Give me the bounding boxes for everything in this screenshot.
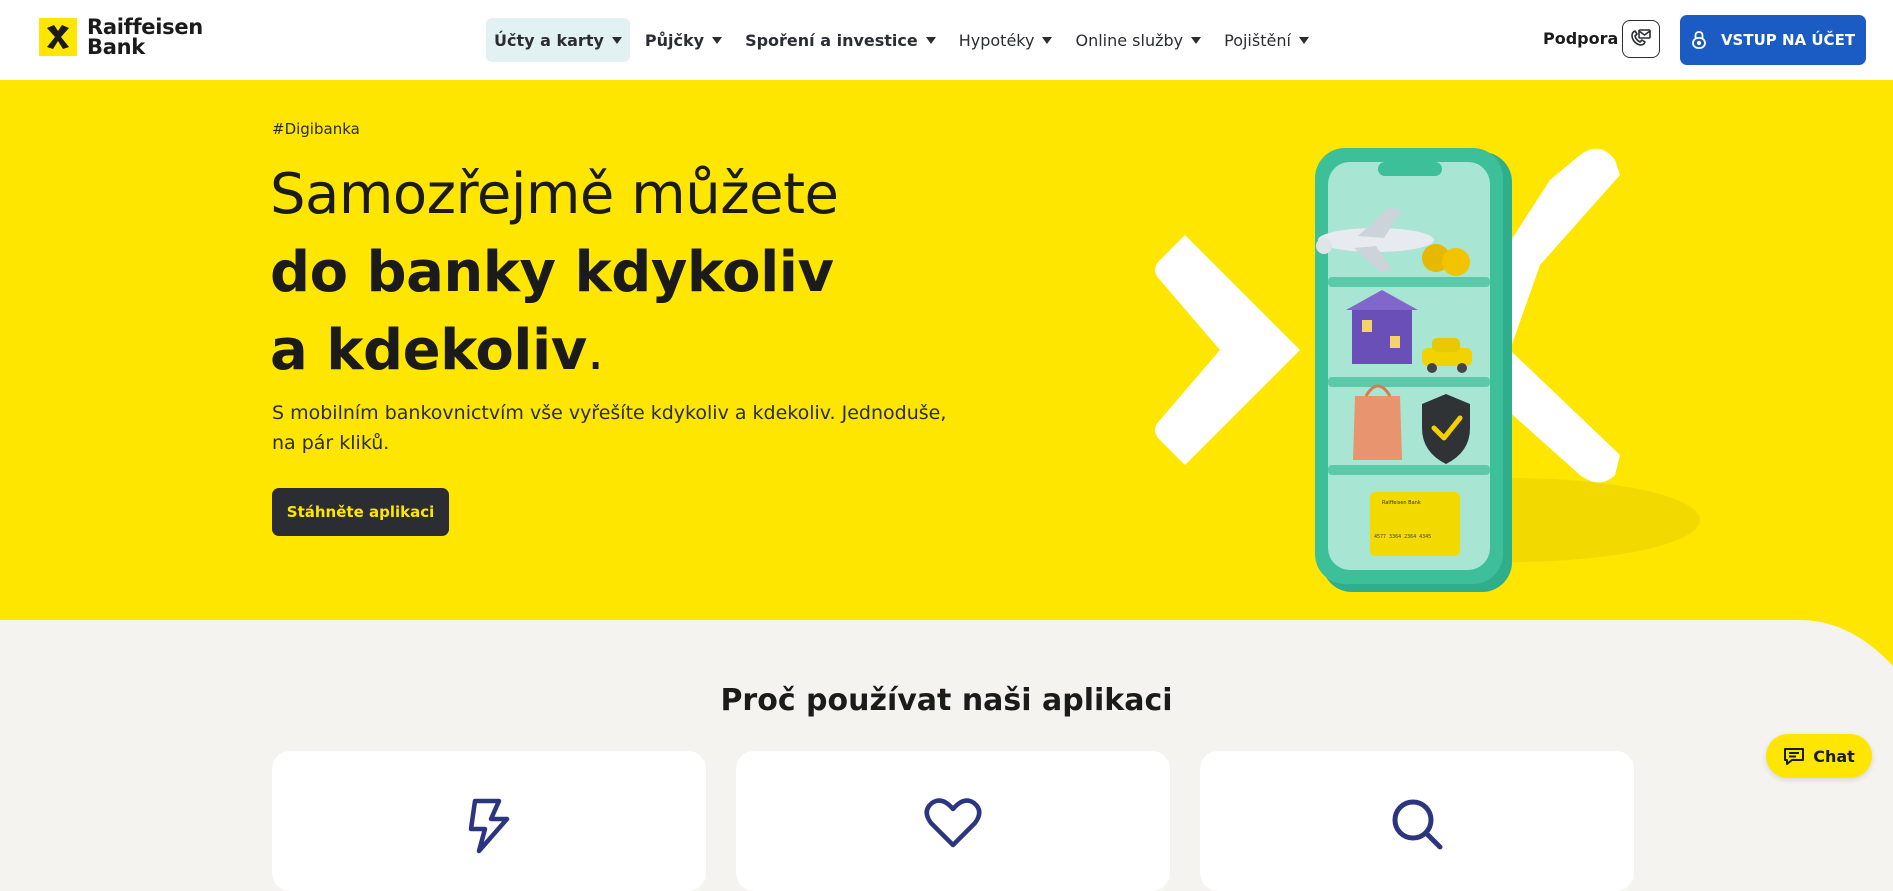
brand-name: Raiffeisen Bank — [87, 15, 203, 59]
hero-illustration: Raiffeisen Bank 4577 3364 2364 4345 — [1155, 148, 1700, 592]
chat-button[interactable]: Chat — [1766, 734, 1872, 778]
nav-item-online-sluzby[interactable]: Online služby — [1067, 18, 1209, 62]
chat-label: Chat — [1813, 746, 1855, 766]
caret-down-icon — [1298, 36, 1309, 44]
nav-item-label: Účty a karty — [494, 30, 604, 50]
hero-title-line3-text: a kdekoliv — [270, 318, 587, 383]
caret-down-icon — [611, 36, 622, 44]
hero-title-line1: Samozřejmě můžete — [270, 162, 839, 227]
hero-tag: #Digibanka — [272, 120, 360, 138]
search-icon — [1392, 799, 1443, 850]
nav-item-label: Pojištění — [1224, 30, 1291, 50]
feature-card — [272, 751, 706, 891]
raiffeisen-logo-icon — [39, 18, 77, 56]
brand-name-line2: Bank — [87, 35, 145, 59]
caret-down-icon — [712, 36, 723, 44]
hero-banner: #Digibanka Samozřejmě můžete do banky kd… — [0, 80, 1893, 620]
contact-button[interactable] — [1622, 20, 1660, 58]
hero-title-line3: a kdekoliv. — [270, 312, 838, 390]
main-nav: Účty a karty Půjčky Spoření a investice … — [486, 18, 1324, 62]
feature-card — [1200, 751, 1634, 891]
brand-name-line1: Raiffeisen — [87, 15, 203, 39]
caret-down-icon — [925, 36, 936, 44]
login-button[interactable]: VSTUP NA ÚČET — [1680, 15, 1866, 65]
nav-item-pujcky[interactable]: Půjčky — [637, 18, 730, 62]
heart-icon — [924, 798, 982, 848]
nav-item-hypoteky[interactable]: Hypotéky — [951, 18, 1061, 62]
lock-icon — [1691, 30, 1707, 50]
phone-envelope-icon — [1631, 29, 1651, 46]
card-number-text: 4577 3364 2364 4345 — [1374, 534, 1431, 540]
download-app-button[interactable]: Stáhněte aplikaci — [272, 488, 449, 536]
shopping-bag-illustration — [1353, 384, 1402, 460]
nav-item-label: Online služby — [1075, 30, 1184, 50]
support-link[interactable]: Podpora — [1543, 29, 1618, 48]
site-header: Raiffeisen Bank Účty a karty Půjčky Spoř… — [0, 0, 1893, 80]
login-label: VSTUP NA ÚČET — [1720, 31, 1856, 49]
hero-title-line2: do banky kdykoliv — [270, 240, 834, 305]
card-brand-text: Raiffeisen Bank — [1382, 500, 1421, 506]
brand-logo[interactable]: Raiffeisen Bank — [39, 15, 203, 59]
lightning-icon — [468, 798, 510, 854]
hero-title: Samozřejmě můžete do banky kdykoliv a kd… — [270, 156, 839, 390]
feature-card — [736, 751, 1170, 891]
nav-item-sporeni-a-investice[interactable]: Spoření a investice — [737, 18, 944, 62]
caret-down-icon — [1191, 36, 1202, 44]
nav-item-label: Hypotéky — [958, 30, 1035, 50]
nav-item-label: Spoření a investice — [745, 30, 918, 50]
bank-card-illustration: Raiffeisen Bank 4577 3364 2364 4345 — [1370, 492, 1460, 556]
section-title: Proč používat naši aplikaci — [720, 683, 1173, 718]
caret-down-icon — [1042, 36, 1053, 44]
hero-description: S mobilním bankovnictvím vše vyřešíte kd… — [272, 402, 947, 454]
hero-bottom-wave — [1760, 618, 1893, 666]
hero-title-dot: . — [586, 318, 605, 383]
nav-item-pojisteni[interactable]: Pojištění — [1216, 18, 1317, 62]
nav-item-ucty-a-karty[interactable]: Účty a karty — [486, 18, 630, 62]
phone-illustration: Raiffeisen Bank 4577 3364 2364 4345 — [1315, 148, 1512, 592]
nav-item-label: Půjčky — [644, 30, 705, 50]
chat-icon — [1783, 746, 1805, 766]
